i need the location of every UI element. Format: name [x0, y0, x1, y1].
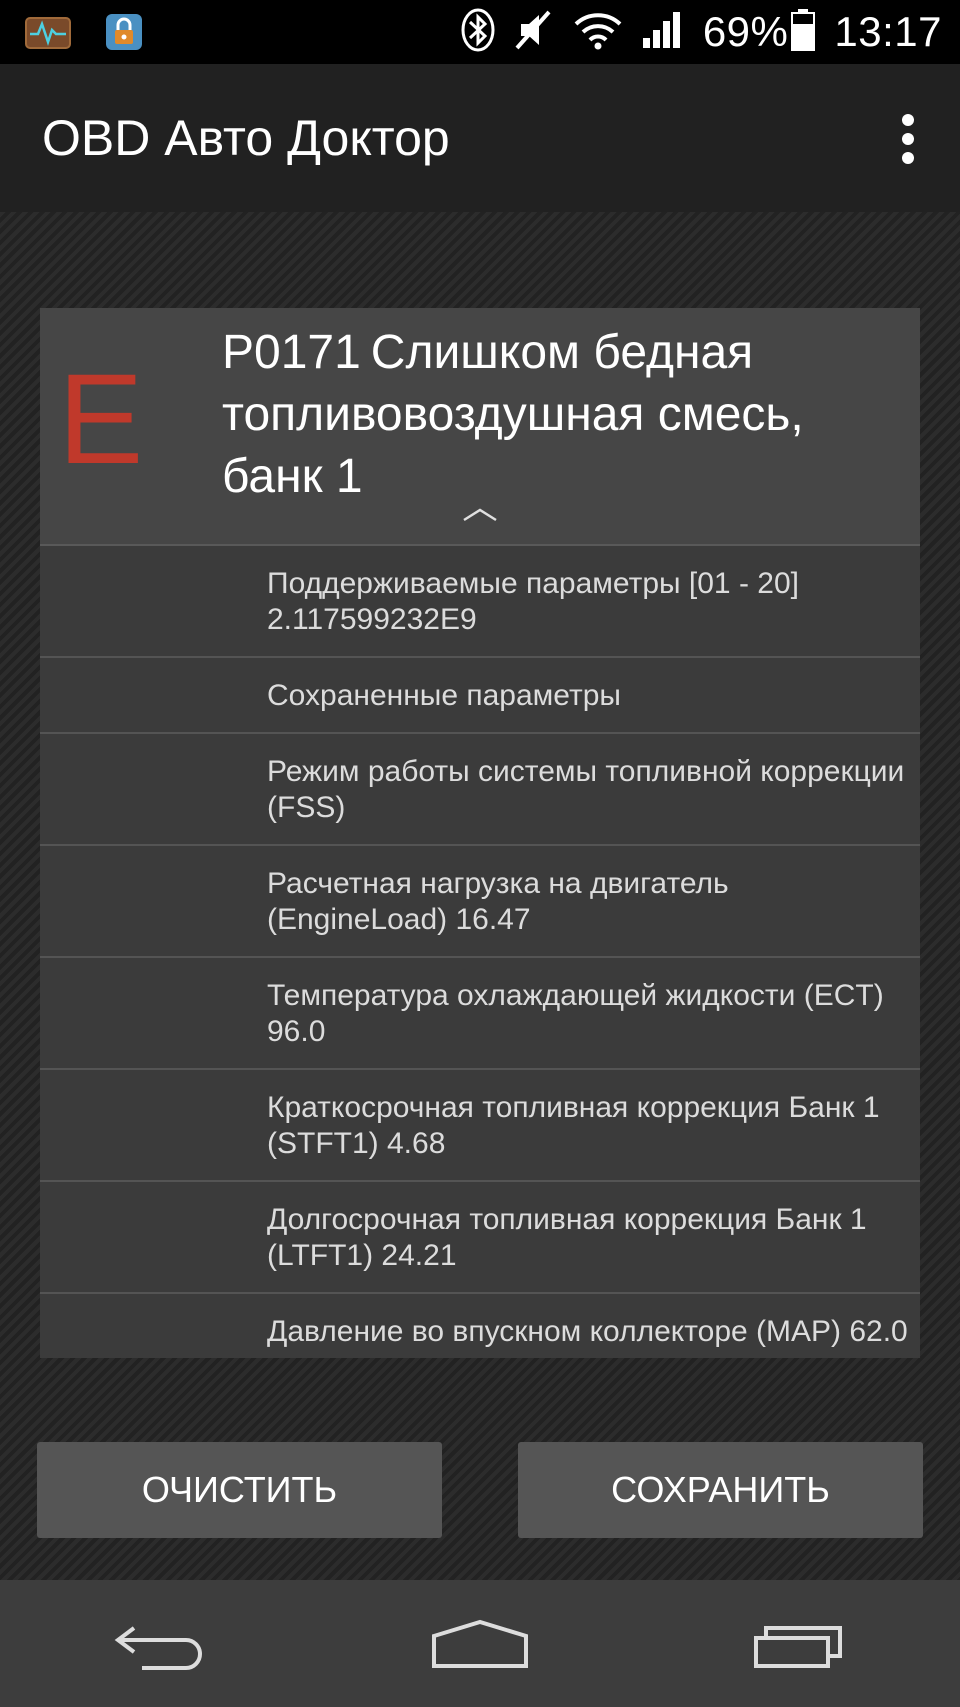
- list-item: Поддерживаемые параметры [01 - 20] 2.117…: [40, 546, 920, 658]
- list-item: Расчетная нагрузка на двигатель (EngineL…: [40, 846, 920, 958]
- navigation-bar: [0, 1580, 960, 1707]
- dtc-header[interactable]: E P0171 Слишком бедная топливовоздушная с…: [40, 308, 920, 546]
- home-icon[interactable]: [390, 1594, 570, 1694]
- list-item: Долгосрочная топливная коррекция Банк 1 …: [40, 1182, 920, 1294]
- freeze-frame-params: Поддерживаемые параметры [01 - 20] 2.117…: [40, 546, 920, 1358]
- list-item: Сохраненные параметры: [40, 658, 920, 734]
- app-title: OBD Авто Доктор: [42, 110, 450, 166]
- battery-icon: [790, 8, 816, 57]
- list-item: Давление во впускном коллекторе (MAP) 62…: [40, 1294, 920, 1358]
- back-icon[interactable]: [70, 1594, 250, 1694]
- activity-monitor-icon: [22, 12, 74, 52]
- main-content: E P0171 Слишком бедная топливовоздушная с…: [0, 212, 960, 1580]
- list-item: Краткосрочная топливная коррекция Банк 1…: [40, 1070, 920, 1182]
- battery-percent: 69%: [702, 8, 789, 55]
- sound-muted-icon: [513, 8, 555, 57]
- app-bar: OBD Авто Доктор: [0, 64, 960, 212]
- overflow-menu-icon[interactable]: [896, 114, 920, 164]
- app-lock-icon: [98, 12, 150, 52]
- chevron-up-icon[interactable]: [460, 504, 500, 524]
- bluetooth-icon: [461, 8, 495, 57]
- dtc-card: E P0171 Слишком бедная топливовоздушная с…: [40, 308, 920, 1358]
- list-item: Режим работы системы топливной коррекции…: [40, 734, 920, 846]
- clear-button[interactable]: ОЧИСТИТЬ: [37, 1442, 442, 1538]
- dtc-title: P0171 Слишком бедная топливовоздушная сме…: [222, 322, 902, 508]
- recent-apps-icon[interactable]: [710, 1594, 890, 1694]
- save-button[interactable]: СОХРАНИТЬ: [518, 1442, 923, 1538]
- action-buttons: ОЧИСТИТЬ СОХРАНИТЬ: [0, 1442, 960, 1538]
- list-item: Температура охлаждающей жидкости (ECT) 9…: [40, 958, 920, 1070]
- status-bar: 69% 13:17: [0, 0, 960, 64]
- clock: 13:17: [834, 8, 942, 55]
- dtc-code: P0171: [222, 326, 361, 379]
- wifi-icon: [573, 10, 623, 55]
- dtc-type-letter: E: [58, 348, 144, 491]
- signal-icon: [641, 10, 685, 55]
